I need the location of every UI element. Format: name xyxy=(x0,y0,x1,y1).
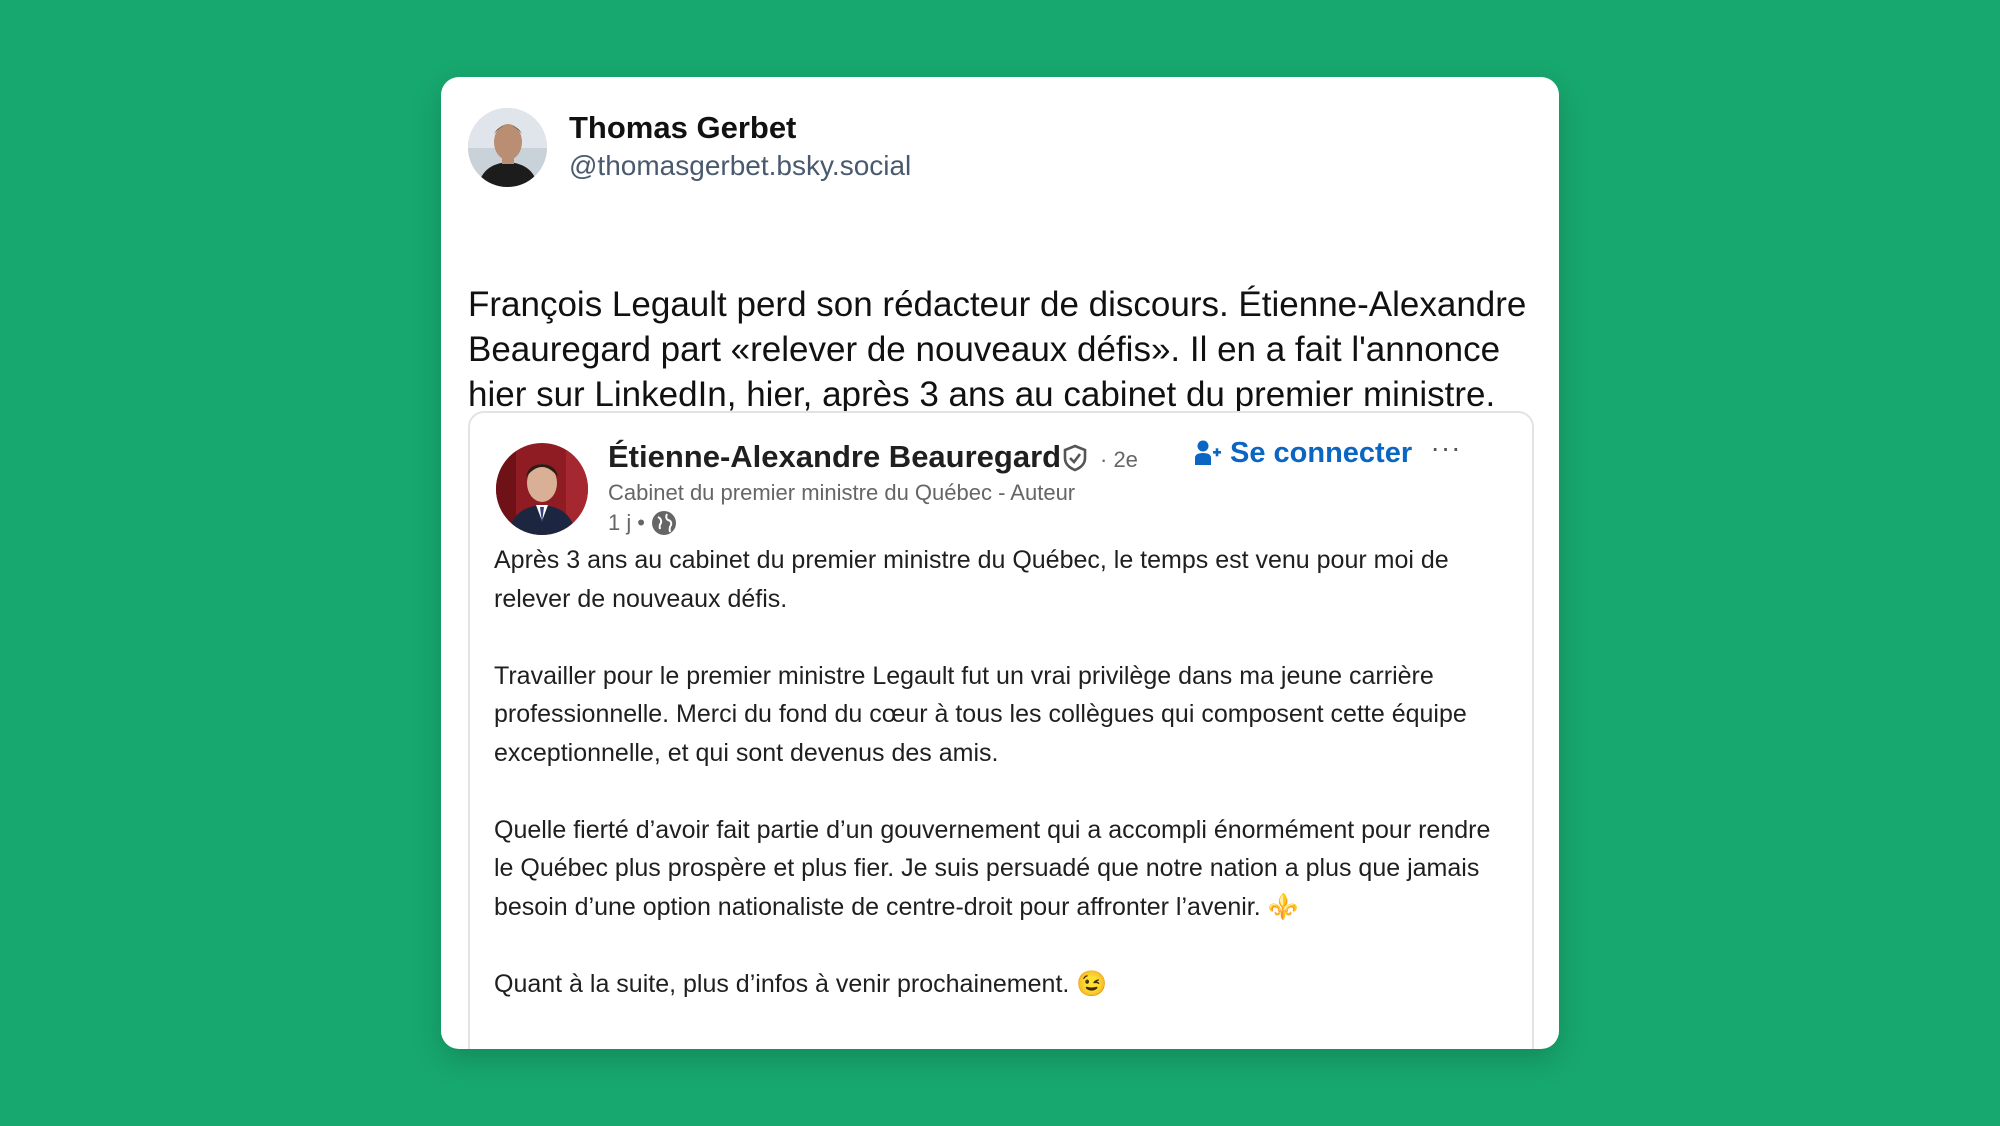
connection-degree: · 2e xyxy=(1100,447,1138,472)
add-person-icon xyxy=(1195,440,1221,465)
person-photo-icon xyxy=(496,443,588,535)
meta-separator: • xyxy=(637,510,645,535)
person-photo-icon xyxy=(468,107,547,187)
linkedin-author-name[interactable]: Étienne-Alexandre Beauregard xyxy=(608,437,1061,477)
author-handle[interactable]: @thomasgerbet.bsky.social xyxy=(569,147,911,185)
connect-button-label: Se connecter xyxy=(1230,436,1413,469)
post-paragraph: Après 3 ans au cabinet du premier minist… xyxy=(494,546,1449,613)
linkedin-post-body: Après 3 ans au cabinet du premier minist… xyxy=(494,541,1504,1042)
connect-button[interactable]: Se connecter xyxy=(1192,433,1412,473)
more-options-button[interactable]: ··· xyxy=(1426,433,1466,463)
author-name[interactable]: Thomas Gerbet xyxy=(569,109,911,147)
embedded-linkedin-post: Étienne-Alexandre Beauregard · 2e Cabine… xyxy=(468,411,1534,1049)
verified-shield-icon xyxy=(1063,444,1087,472)
post-text: François Legault perd son rédacteur de d… xyxy=(468,285,1527,414)
author-avatar[interactable] xyxy=(468,107,547,187)
linkedin-author-avatar[interactable] xyxy=(496,443,588,535)
post-card: Thomas Gerbet @thomasgerbet.bsky.social … xyxy=(441,77,1559,1049)
post-paragraph: Quelle fierté d’avoir fait partie d’un g… xyxy=(494,815,1491,921)
post-time: 1 j xyxy=(608,510,632,535)
post-paragraph: Quant à la suite, plus d’infos à venir p… xyxy=(494,969,1108,998)
post-meta: 1 j • xyxy=(608,508,677,538)
post-author[interactable]: Thomas Gerbet @thomasgerbet.bsky.social xyxy=(468,107,911,187)
linkedin-author-headline: Cabinet du premier ministre du Québec - … xyxy=(608,480,1076,505)
globe-icon xyxy=(651,511,676,535)
post-paragraph: Travailler pour le premier ministre Lega… xyxy=(494,661,1467,767)
